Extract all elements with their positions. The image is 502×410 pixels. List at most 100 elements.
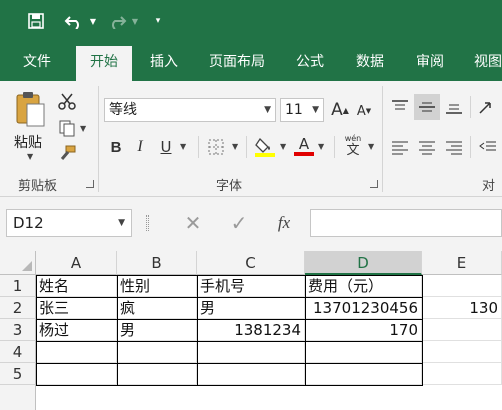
align-right-icon[interactable] bbox=[442, 136, 466, 158]
enter-icon[interactable]: ✓ bbox=[222, 209, 256, 237]
shrink-font-button[interactable]: A ▼ bbox=[354, 100, 374, 122]
table-gridline bbox=[36, 363, 423, 364]
cell-b2[interactable]: 疯 bbox=[117, 297, 197, 319]
formula-input[interactable] bbox=[310, 209, 502, 237]
copy-dropdown-icon[interactable]: ▼ bbox=[80, 124, 86, 133]
cell-d5[interactable] bbox=[305, 363, 422, 385]
font-color-button[interactable]: A bbox=[292, 134, 316, 158]
cell-d4[interactable] bbox=[305, 341, 422, 363]
cell-e3[interactable] bbox=[422, 319, 502, 341]
align-center-icon[interactable] bbox=[414, 136, 440, 158]
align-middle-icon[interactable] bbox=[414, 94, 440, 120]
italic-button[interactable]: I bbox=[130, 136, 150, 158]
paste-icon[interactable] bbox=[12, 88, 48, 130]
cell-e5[interactable] bbox=[422, 363, 502, 385]
redo-icon[interactable] bbox=[104, 9, 130, 33]
cell-a4[interactable] bbox=[36, 341, 117, 363]
cell-a3[interactable]: 杨过 bbox=[36, 319, 117, 341]
cell-c4[interactable] bbox=[197, 341, 305, 363]
row-header-4[interactable]: 4 bbox=[0, 341, 36, 363]
ribbon-divider bbox=[470, 136, 471, 158]
chevron-down-icon: ▼ bbox=[264, 105, 271, 115]
spreadsheet-grid: A B C D E 1 2 3 4 5 姓名 性别 手机号 费用（元） 张三 疯… bbox=[0, 251, 502, 410]
column-header-e[interactable]: E bbox=[422, 251, 502, 275]
tab-data[interactable]: 数据 bbox=[344, 44, 396, 81]
format-painter-icon[interactable] bbox=[56, 144, 78, 164]
row-header-6[interactable] bbox=[0, 385, 36, 410]
cell-b3[interactable]: 男 bbox=[117, 319, 197, 341]
cell-c5[interactable] bbox=[197, 363, 305, 385]
cell-b1[interactable]: 性别 bbox=[117, 275, 197, 297]
select-all-button[interactable] bbox=[0, 251, 36, 275]
column-header-a[interactable]: A bbox=[36, 251, 117, 275]
underline-button[interactable]: U bbox=[156, 136, 176, 158]
name-box[interactable]: D12 ▼ bbox=[6, 209, 132, 237]
cell-c2[interactable]: 男 bbox=[197, 297, 305, 319]
cell-e1[interactable] bbox=[422, 275, 502, 297]
cell-b4[interactable] bbox=[117, 341, 197, 363]
borders-icon[interactable] bbox=[204, 136, 228, 158]
customize-toolbar-icon[interactable]: ▾ bbox=[150, 9, 166, 33]
cell-d2[interactable]: 13701230456 bbox=[305, 297, 422, 319]
align-top-icon[interactable] bbox=[388, 96, 412, 118]
phonetic-bottom: 文 bbox=[346, 143, 360, 158]
decrease-indent-icon[interactable] bbox=[476, 136, 500, 158]
row-header-3[interactable]: 3 bbox=[0, 319, 36, 341]
underline-dropdown-icon[interactable]: ▼ bbox=[180, 142, 186, 151]
title-bar: ▼ ▼ ▾ bbox=[0, 0, 502, 44]
fill-color-dropdown-icon[interactable]: ▼ bbox=[280, 142, 286, 151]
ribbon-divider bbox=[246, 136, 247, 158]
tab-file[interactable]: 文件 bbox=[12, 44, 62, 81]
cell-d1[interactable]: 费用（元） bbox=[305, 275, 422, 297]
column-header-b[interactable]: B bbox=[117, 251, 197, 275]
phonetic-guide-button[interactable]: wén 文 bbox=[340, 132, 366, 160]
paste-label[interactable]: 粘贴 bbox=[14, 132, 42, 152]
align-bottom-icon[interactable] bbox=[442, 96, 466, 118]
table-gridline bbox=[305, 275, 306, 386]
insert-function-button[interactable]: fx bbox=[266, 209, 302, 237]
save-icon[interactable] bbox=[22, 9, 50, 33]
copy-icon[interactable] bbox=[56, 118, 78, 138]
redo-dropdown-icon[interactable]: ▼ bbox=[130, 9, 140, 33]
cancel-icon[interactable]: ✕ bbox=[176, 209, 210, 237]
phonetic-dropdown-icon[interactable]: ▼ bbox=[368, 142, 374, 151]
font-launcher-icon[interactable] bbox=[370, 180, 378, 188]
orientation-icon[interactable] bbox=[476, 96, 500, 118]
clipboard-launcher-icon[interactable] bbox=[86, 180, 94, 188]
grow-font-button[interactable]: A ▲ bbox=[330, 98, 350, 122]
font-size-combo[interactable]: 11 ▼ bbox=[280, 98, 324, 122]
tab-home[interactable]: 开始 bbox=[76, 46, 132, 81]
cell-e4[interactable] bbox=[422, 341, 502, 363]
row-header-5[interactable]: 5 bbox=[0, 363, 36, 385]
cell-a1[interactable]: 姓名 bbox=[36, 275, 117, 297]
paste-dropdown-icon[interactable]: ▼ bbox=[27, 152, 33, 161]
column-header-d[interactable]: D bbox=[305, 251, 422, 275]
fill-color-icon[interactable] bbox=[252, 134, 278, 158]
cell-e2[interactable]: 130 bbox=[422, 297, 502, 319]
cut-icon[interactable] bbox=[56, 90, 78, 112]
tab-review[interactable]: 审阅 bbox=[404, 44, 456, 81]
cell-b5[interactable] bbox=[117, 363, 197, 385]
undo-dropdown-icon[interactable]: ▼ bbox=[88, 9, 98, 33]
tab-formulas[interactable]: 公式 bbox=[286, 44, 334, 81]
borders-dropdown-icon[interactable]: ▼ bbox=[232, 142, 238, 151]
font-name-combo[interactable]: 等线 ▼ bbox=[104, 98, 276, 122]
table-gridline bbox=[117, 275, 118, 386]
row-header-2[interactable]: 2 bbox=[0, 297, 36, 319]
align-left-icon[interactable] bbox=[388, 136, 412, 158]
undo-icon[interactable] bbox=[60, 9, 88, 33]
tab-page-layout[interactable]: 页面布局 bbox=[198, 44, 276, 81]
bold-button[interactable]: B bbox=[106, 136, 126, 158]
cell-a5[interactable] bbox=[36, 363, 117, 385]
font-color-dropdown-icon[interactable]: ▼ bbox=[318, 142, 324, 151]
resize-handle[interactable] bbox=[146, 215, 149, 231]
tab-insert[interactable]: 插入 bbox=[140, 44, 188, 81]
column-header-c[interactable]: C bbox=[197, 251, 305, 275]
tab-view[interactable]: 视图 bbox=[464, 44, 502, 81]
cell-c1[interactable]: 手机号 bbox=[197, 275, 305, 297]
font-name-value: 等线 bbox=[109, 102, 137, 118]
row-header-1[interactable]: 1 bbox=[0, 275, 36, 297]
cell-c3[interactable]: 1381234 bbox=[197, 319, 305, 341]
cell-d3[interactable]: 170 bbox=[305, 319, 422, 341]
cell-a2[interactable]: 张三 bbox=[36, 297, 117, 319]
